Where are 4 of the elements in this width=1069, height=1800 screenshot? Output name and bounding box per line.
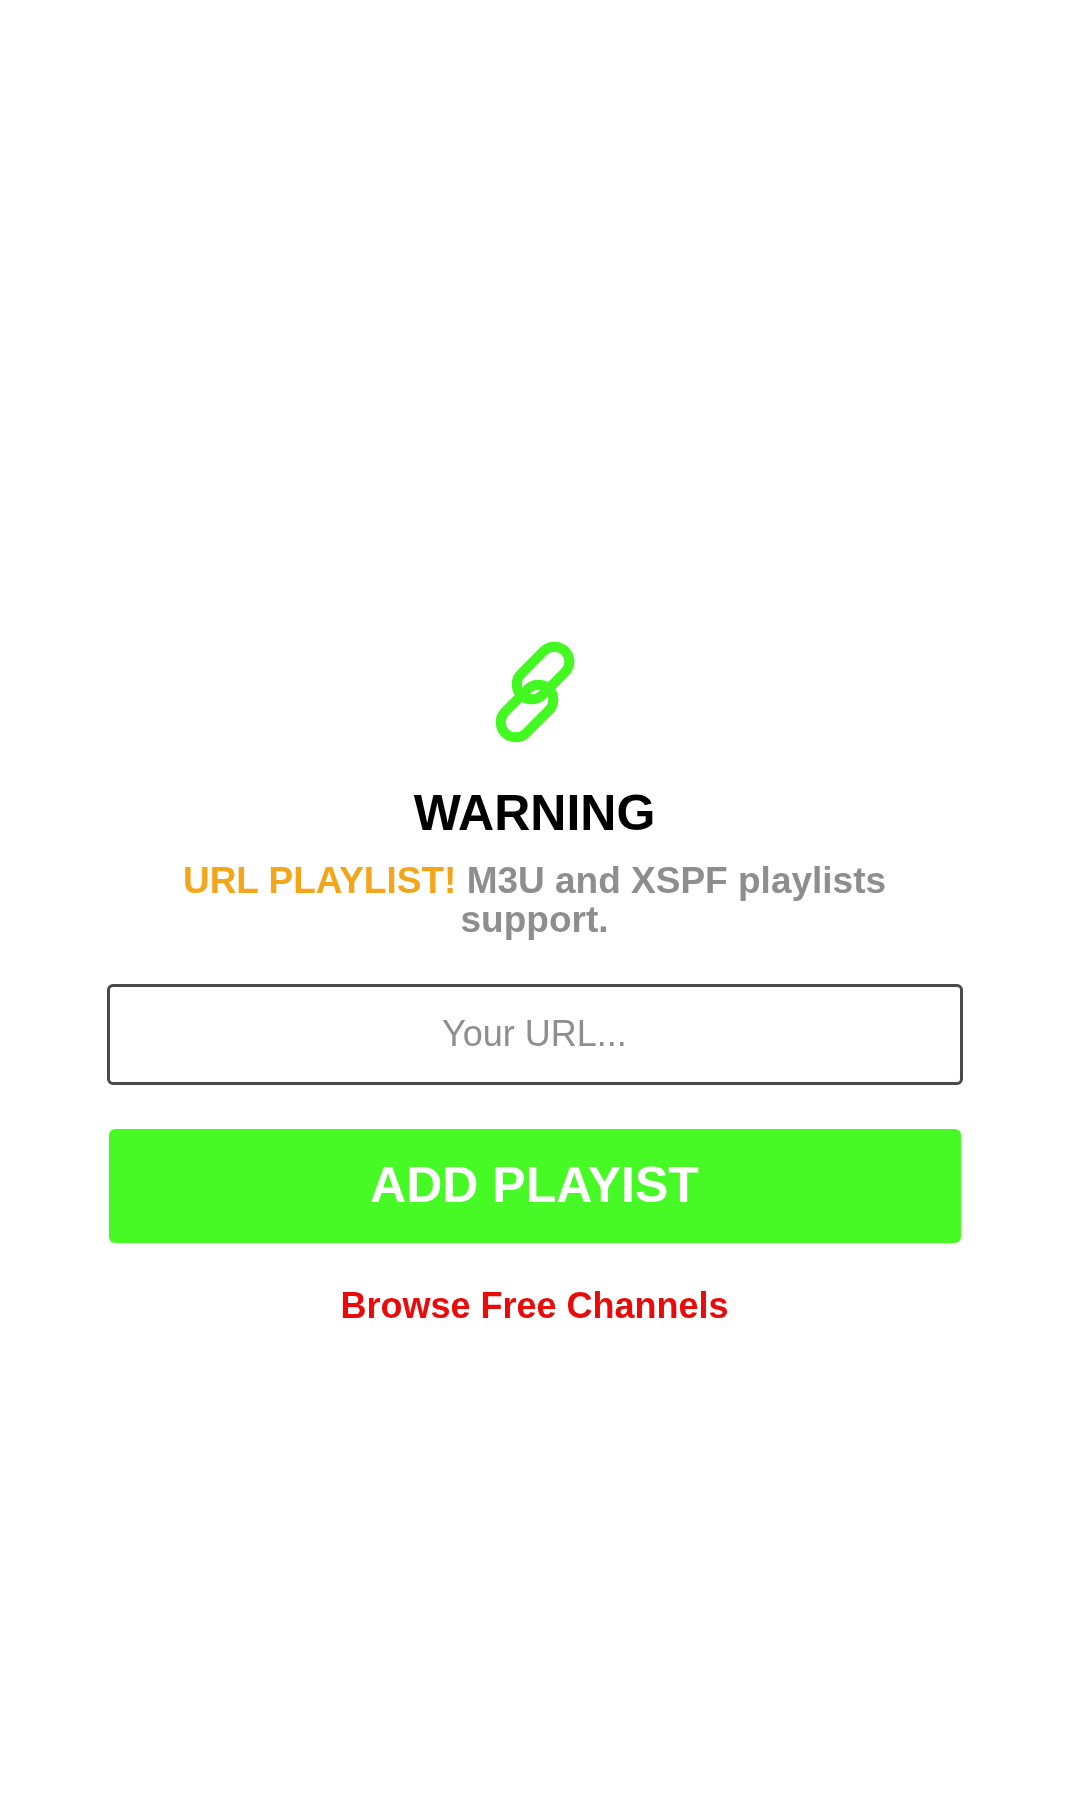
playlist-support-text: URL PLAYLIST! M3U and XSPF playlists support. bbox=[181, 862, 888, 940]
warning-title: WARNING bbox=[413, 788, 656, 838]
browse-channels-link[interactable]: Browse Free Channels bbox=[340, 1278, 729, 1333]
url-input-field[interactable]: Your URL... bbox=[106, 983, 963, 1085]
